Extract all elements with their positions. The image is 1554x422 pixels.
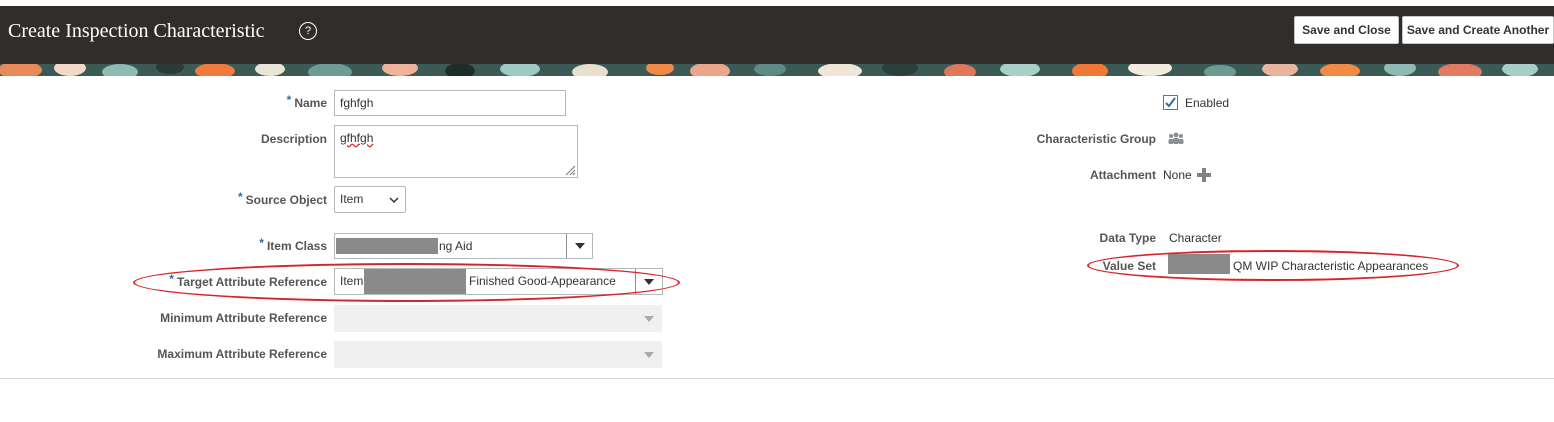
chevron-down-icon bbox=[389, 197, 399, 204]
required-marker: * bbox=[286, 93, 292, 107]
help-icon[interactable]: ? bbox=[299, 22, 317, 40]
min-attribute-input bbox=[334, 305, 662, 332]
description-label: Description bbox=[260, 132, 327, 146]
name-input[interactable]: fghfgh bbox=[334, 90, 566, 116]
save-and-close-button[interactable]: Save and Close bbox=[1294, 16, 1399, 44]
max-attribute-dropdown-button bbox=[636, 341, 662, 368]
decorative-banner bbox=[0, 64, 1554, 76]
source-object-label: * Source Object bbox=[237, 190, 327, 207]
item-class-label: * Item Class bbox=[259, 236, 327, 253]
save-and-create-another-button[interactable]: Save and Create Another bbox=[1402, 16, 1554, 44]
bottom-separator bbox=[0, 378, 1554, 379]
redacted-block bbox=[336, 238, 438, 254]
triangle-down-icon bbox=[574, 243, 585, 249]
plus-icon[interactable] bbox=[1197, 168, 1211, 182]
annotation-oval-value-set bbox=[1087, 250, 1459, 281]
data-type-label: Data Type bbox=[1099, 231, 1156, 245]
max-attribute-label: Maximum Attribute Reference bbox=[157, 347, 327, 361]
name-label: * Name bbox=[286, 93, 327, 110]
item-class-input[interactable]: ng Aid bbox=[334, 233, 593, 259]
attachment-value: None bbox=[1163, 168, 1192, 182]
description-textarea[interactable]: gfhfgh bbox=[334, 125, 578, 178]
page-title: Create Inspection Characteristic bbox=[8, 20, 265, 42]
attachment-label: Attachment bbox=[1089, 168, 1156, 182]
source-object-select[interactable]: Item bbox=[334, 186, 406, 213]
annotation-oval-target-attribute bbox=[133, 263, 680, 302]
max-attribute-input bbox=[334, 341, 662, 368]
characteristic-group-label: Characteristic Group bbox=[1036, 132, 1156, 146]
min-attribute-label: Minimum Attribute Reference bbox=[160, 311, 327, 325]
enabled-label: Enabled bbox=[1185, 96, 1230, 110]
min-attribute-dropdown-button bbox=[636, 305, 662, 332]
data-type-value: Character bbox=[1169, 231, 1222, 245]
group-icon[interactable] bbox=[1168, 131, 1184, 145]
enabled-checkbox[interactable] bbox=[1163, 95, 1178, 110]
page-header: Create Inspection Characteristic ? Save … bbox=[0, 6, 1554, 64]
item-class-dropdown-button[interactable] bbox=[566, 234, 592, 258]
description-text: gfhfgh bbox=[340, 131, 374, 145]
resize-grip-icon[interactable] bbox=[564, 164, 576, 176]
checkbox-check-icon bbox=[1165, 97, 1176, 108]
